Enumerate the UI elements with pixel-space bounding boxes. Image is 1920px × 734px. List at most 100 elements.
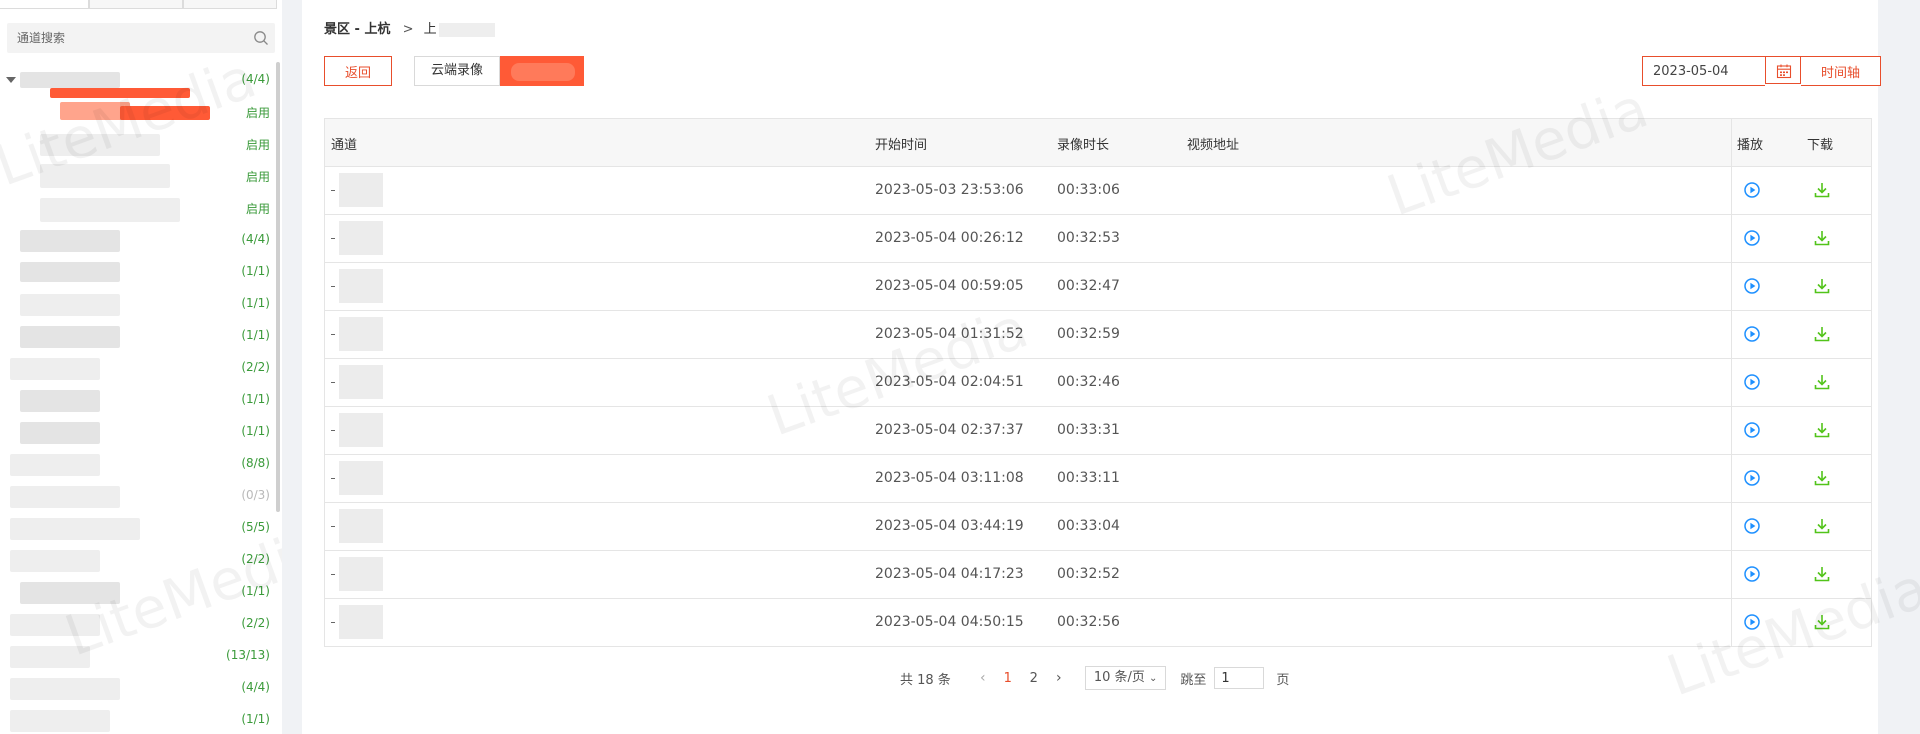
timeline-button[interactable]: 时间轴: [1801, 56, 1881, 86]
tree-item[interactable]: (1/1): [0, 384, 272, 416]
table-body: 2023-05-03 23:53:06 00:33:06 2023-05-04 00…: [325, 167, 1871, 647]
tree-item[interactable]: (1/1): [0, 704, 272, 734]
page-size-value: 10 条/页: [1093, 670, 1145, 685]
tree-item[interactable]: (1/1): [0, 576, 272, 608]
date-picker-group: 时间轴: [1642, 56, 1881, 86]
play-button[interactable]: [1741, 419, 1763, 441]
tree-item[interactable]: (4/4): [0, 672, 272, 704]
tree-item[interactable]: 启用: [0, 192, 272, 224]
channel-dash: [331, 574, 335, 575]
tree-item[interactable]: (2/2): [0, 608, 272, 640]
play-circle-icon: [1741, 470, 1763, 492]
cell-start-time: 2023-05-04 03:11:08: [875, 470, 1024, 486]
download-button[interactable]: [1811, 467, 1833, 489]
download-button[interactable]: [1811, 515, 1833, 537]
prev-page-button[interactable]: ‹: [971, 670, 995, 686]
download-button[interactable]: [1811, 227, 1833, 249]
cell-duration: 00:33:06: [1057, 182, 1120, 198]
table-row[interactable]: 2023-05-04 03:44:19 00:33:04: [325, 503, 1871, 551]
tree-item[interactable]: (1/1): [0, 320, 272, 352]
calendar-button[interactable]: [1765, 56, 1801, 84]
fixed-column-divider: [1731, 503, 1732, 550]
table-row[interactable]: 2023-05-04 04:17:23 00:32:52: [325, 551, 1871, 599]
tree-item[interactable]: (1/1): [0, 288, 272, 320]
tree-item[interactable]: (4/4): [0, 64, 272, 98]
tree-item[interactable]: 启用: [0, 96, 272, 128]
download-button[interactable]: [1811, 323, 1833, 345]
table-row[interactable]: 2023-05-03 23:53:06 00:33:06: [325, 167, 1871, 215]
download-button[interactable]: [1811, 563, 1833, 585]
back-button[interactable]: 返回: [324, 56, 392, 86]
sidebar-scrollbar[interactable]: [276, 62, 280, 512]
table-row[interactable]: 2023-05-04 00:59:05 00:32:47: [325, 263, 1871, 311]
play-circle-icon: [1741, 230, 1763, 252]
play-button[interactable]: [1741, 275, 1763, 297]
tree-item-count: (8/8): [241, 456, 270, 470]
tree-item[interactable]: (2/2): [0, 544, 272, 576]
tree-item[interactable]: 启用: [0, 160, 272, 192]
header-download: 下载: [1807, 138, 1834, 153]
caret-down-icon[interactable]: [6, 77, 16, 83]
page-2-button[interactable]: 2: [1021, 671, 1047, 686]
cell-start-time: 2023-05-04 04:17:23: [875, 566, 1024, 582]
tree-item[interactable]: 启用: [0, 128, 272, 160]
play-circle-icon: [1741, 614, 1763, 636]
date-input[interactable]: [1642, 56, 1765, 86]
tree-item[interactable]: (1/1): [0, 416, 272, 448]
channel-redacted: [339, 173, 383, 207]
download-button[interactable]: [1811, 419, 1833, 441]
next-page-button[interactable]: ›: [1047, 670, 1071, 686]
sidebar-tab-1[interactable]: [0, 0, 89, 9]
play-button[interactable]: [1741, 467, 1763, 489]
play-button[interactable]: [1741, 611, 1763, 633]
download-button[interactable]: [1811, 611, 1833, 633]
jump-page-input[interactable]: [1214, 667, 1265, 689]
play-button[interactable]: [1741, 515, 1763, 537]
download-button[interactable]: [1811, 275, 1833, 297]
tree-item[interactable]: (8/8): [0, 448, 272, 480]
download-button[interactable]: [1811, 371, 1833, 393]
redacted-label: [10, 614, 100, 636]
sidebar-tab-3[interactable]: [183, 0, 277, 9]
download-button[interactable]: [1811, 179, 1833, 201]
cell-start-time: 2023-05-04 03:44:19: [875, 518, 1024, 534]
table-row[interactable]: 2023-05-04 01:31:52 00:32:59: [325, 311, 1871, 359]
table-row[interactable]: 2023-05-04 02:04:51 00:32:46: [325, 359, 1871, 407]
jump-label: 跳至: [1180, 672, 1207, 688]
download-icon: [1811, 519, 1833, 540]
cell-start-time: 2023-05-04 00:26:12: [875, 230, 1024, 246]
redacted-label: [20, 422, 100, 444]
channel-search-input[interactable]: [7, 23, 247, 53]
play-button[interactable]: [1741, 227, 1763, 249]
table-row[interactable]: 2023-05-04 04:50:15 00:32:56: [325, 599, 1871, 647]
page-suffix: 页: [1276, 672, 1290, 688]
table-row[interactable]: 2023-05-04 02:37:37 00:33:31: [325, 407, 1871, 455]
pagination-total: 共 18 条: [900, 672, 951, 688]
cell-duration: 00:32:52: [1057, 566, 1120, 582]
page-size-select[interactable]: 10 条/页 ⌄: [1084, 666, 1167, 690]
tree-item[interactable]: (2/2): [0, 352, 272, 384]
recording-panel: 景区 - 上杭 > 上 返回 云端录像 时间轴 通道 开: [302, 0, 1920, 734]
table-row[interactable]: 2023-05-04 03:11:08 00:33:11: [325, 455, 1871, 503]
tree-item-count: (2/2): [241, 552, 270, 566]
search-icon[interactable]: [253, 30, 269, 46]
fixed-column-divider: [1731, 167, 1732, 214]
tree-item[interactable]: (4/4): [0, 224, 272, 256]
play-button[interactable]: [1741, 179, 1763, 201]
download-icon: [1811, 279, 1833, 300]
channel-dash: [331, 190, 335, 191]
page-1-button[interactable]: 1: [995, 671, 1021, 686]
tree-item[interactable]: (1/1): [0, 256, 272, 288]
table-header: 通道 开始时间 录像时长 视频地址 播放 下载: [325, 119, 1871, 167]
tab-cloud-recording[interactable]: 云端录像: [414, 56, 501, 86]
play-button[interactable]: [1741, 323, 1763, 345]
tree-item[interactable]: (0/3): [0, 480, 272, 512]
tree-item[interactable]: (5/5): [0, 512, 272, 544]
tree-item[interactable]: (13/13): [0, 640, 272, 672]
table-row[interactable]: 2023-05-04 00:26:12 00:32:53: [325, 215, 1871, 263]
sidebar-tab-2[interactable]: [89, 0, 183, 9]
play-button[interactable]: [1741, 563, 1763, 585]
play-button[interactable]: [1741, 371, 1763, 393]
tab-device-recording[interactable]: [500, 56, 585, 86]
breadcrumb-root[interactable]: 景区 - 上杭: [324, 22, 390, 37]
